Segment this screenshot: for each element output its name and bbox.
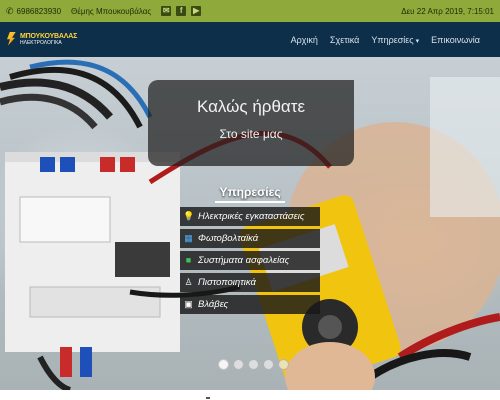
social-links: ✉ f ▶ [161, 6, 202, 16]
email-icon[interactable]: ✉ [161, 6, 172, 16]
services-heading-text: Υπηρεσίες [219, 185, 281, 199]
phone-number: 6986823930 [16, 6, 62, 16]
site-logo[interactable]: ΜΠΟΥΚΟΥΒΑΛΑΣ ΗΛΕΚΤΡΟΛΟΓΙΚΑ [4, 31, 77, 49]
service-label: Φωτοβολταϊκά [198, 233, 259, 244]
slide-dot-2[interactable] [233, 359, 244, 370]
service-item-certificates[interactable]: ♙ Πιστοποιητικά [180, 273, 320, 292]
slide-dot-1[interactable] [218, 359, 229, 370]
nav-services-label: Υπηρεσίες [371, 34, 414, 45]
service-label: Συστήματα ασφαλείας [198, 255, 290, 266]
welcome-title: Καλώς ήρθατε [196, 97, 306, 116]
nav-contact[interactable]: Επικοινωνία [431, 35, 480, 45]
service-label: Βλάβες [198, 299, 229, 310]
services-heading-underline [215, 201, 285, 203]
nav-services-dropdown[interactable]: Υπηρεσίες ▾ [371, 35, 419, 45]
slide-dot-5[interactable] [278, 359, 289, 370]
services-heading: Υπηρεσίες [180, 185, 320, 203]
nav-home[interactable]: Αρχική [291, 35, 318, 45]
current-datetime: Δευ 22 Απρ 2019, 7:15:01 [401, 6, 494, 16]
certificate-icon: ♙ [184, 277, 193, 287]
youtube-icon[interactable]: ▶ [191, 6, 202, 16]
page-below-fold [0, 390, 500, 400]
slide-dot-3[interactable] [248, 359, 259, 370]
service-label: Πιστοποιητικά [198, 277, 256, 288]
logo-subtitle: ΗΛΕΚΤΡΟΛΟΓΙΚΑ [20, 40, 62, 46]
hero-slider: Καλώς ήρθατε Στο site μας Υπηρεσίες 💡 Ηλ… [0, 57, 500, 390]
main-navbar: ΜΠΟΥΚΟΥΒΑΛΑΣ ΗΛΕΚΤΡΟΛΟΓΙΚΑ Αρχική Σχετικ… [0, 22, 500, 57]
owner-name: Θέμης Μπουκουβάλας [71, 6, 152, 16]
solar-panel-icon: ▦ [184, 233, 193, 243]
facebook-icon[interactable]: f [176, 6, 187, 16]
divider [206, 397, 210, 399]
service-label: Ηλεκτρικές εγκαταστάσεις [198, 211, 305, 222]
lightning-logo-icon [4, 31, 18, 49]
service-item-photovoltaics[interactable]: ▦ Φωτοβολταϊκά [180, 229, 320, 248]
nav-about[interactable]: Σχετικά [330, 35, 359, 45]
service-item-electrical[interactable]: 💡 Ηλεκτρικές εγκαταστάσεις [180, 207, 320, 226]
camera-icon: ■ [185, 255, 192, 265]
service-item-security[interactable]: ■ Συστήματα ασφαλείας [180, 251, 320, 270]
service-item-repairs[interactable]: ▣ Βλάβες [180, 295, 320, 314]
welcome-banner: Καλώς ήρθατε Στο site μας [148, 80, 354, 166]
toolbox-icon: ▣ [184, 299, 193, 309]
bulb-icon: 💡 [183, 211, 195, 221]
nav-menu: Αρχική Σχετικά Υπηρεσίες ▾ Επικοινωνία [291, 35, 496, 45]
welcome-subtitle: Στο site μας [219, 127, 283, 141]
top-info-bar: ✆ 6986823930 Θέμης Μπουκουβάλας ✉ f ▶ Δε… [0, 0, 500, 22]
slider-indicators [218, 359, 289, 370]
services-list: 💡 Ηλεκτρικές εγκαταστάσεις ▦ Φωτοβολταϊκ… [180, 207, 320, 314]
slide-dot-4[interactable] [263, 359, 274, 370]
phone-icon: ✆ [6, 5, 14, 16]
logo-title: ΜΠΟΥΚΟΥΒΑΛΑΣ [20, 33, 78, 40]
chevron-down-icon: ▾ [415, 37, 420, 45]
